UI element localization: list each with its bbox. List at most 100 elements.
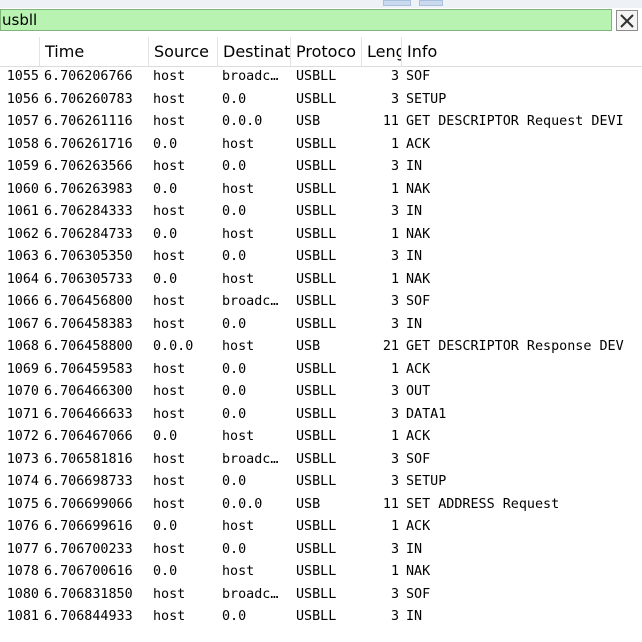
- packet-source: host: [153, 204, 186, 219]
- packet-destination: host: [222, 226, 255, 242]
- packet-info: OUT: [406, 384, 431, 399]
- packet-info: GET DESCRIPTOR Response DEV: [406, 339, 624, 354]
- packet-row[interactable]: 1077 6.706700233 host 0.0 USBLL 3 IN: [0, 539, 642, 562]
- column-header-length[interactable]: Leng: [362, 37, 402, 66]
- packet-row[interactable]: 1064 6.706305733 0.0 host USBLL 1 NAK: [0, 269, 642, 292]
- packet-info: IN: [406, 249, 423, 264]
- packet-destination: 0.0: [222, 541, 247, 557]
- packet-length: 1: [390, 564, 399, 579]
- column-header-source[interactable]: Source: [149, 37, 218, 66]
- packet-time: 6.706206766: [44, 69, 133, 84]
- packet-destination: host: [222, 339, 255, 354]
- packet-info: DATA1: [406, 406, 447, 422]
- packet-source: host: [153, 451, 186, 467]
- column-header-time[interactable]: Time: [40, 37, 149, 66]
- packet-destination: 0.0: [222, 361, 247, 377]
- packet-destination: 0.0: [222, 474, 247, 489]
- packet-length: 11: [382, 114, 399, 129]
- packet-row[interactable]: 1081 6.706844933 host 0.0 USBLL 3 IN: [0, 606, 642, 629]
- packet-row[interactable]: 1055 6.706206766 host broadc… USBLL 3 SOF: [0, 66, 642, 89]
- packet-length: 1: [390, 361, 399, 377]
- packet-info: ACK: [406, 429, 431, 444]
- packet-length: 3: [390, 69, 399, 84]
- packet-row[interactable]: 1067 6.706458383 host 0.0 USBLL 3 IN: [0, 314, 642, 337]
- packet-row[interactable]: 1075 6.706699066 host 0.0.0 USB 11 SET ADDRESS…: [0, 494, 642, 517]
- packet-time: 6.706458383: [44, 316, 133, 332]
- packet-row[interactable]: 1063 6.706305350 host 0.0 USBLL 3 IN: [0, 246, 642, 269]
- packet-length: 3: [390, 249, 399, 264]
- packet-length: 3: [390, 541, 399, 557]
- packet-source: host: [153, 406, 186, 422]
- packet-protocol: USBLL: [296, 226, 337, 242]
- packet-number: 1067: [6, 316, 39, 332]
- toolbar-button[interactable]: [383, 0, 411, 6]
- packet-info: NAK: [406, 226, 431, 242]
- column-header-info[interactable]: Info: [402, 37, 642, 66]
- packet-source: host: [153, 69, 186, 84]
- packet-row[interactable]: 1071 6.706466633 host 0.0 USBLL 3 DATA1: [0, 404, 642, 427]
- packet-destination: 0.0: [222, 316, 247, 332]
- packet-protocol: USBLL: [296, 181, 337, 197]
- packet-info: IN: [406, 204, 423, 219]
- packet-destination: 0.0: [222, 204, 247, 219]
- packet-row[interactable]: 1058 6.706261716 0.0 host USBLL 1 ACK: [0, 134, 642, 157]
- packet-time: 6.706699066: [44, 496, 133, 512]
- packet-info: SOF: [406, 69, 431, 84]
- packet-info: SET ADDRESS Request: [406, 496, 560, 512]
- packet-length: 1: [390, 226, 399, 242]
- packet-time: 6.706700233: [44, 541, 133, 557]
- packet-number: 1073: [6, 451, 39, 467]
- display-filter-input[interactable]: [0, 9, 612, 31]
- packet-time: 6.706305350: [44, 249, 133, 264]
- packet-protocol: USBLL: [296, 451, 337, 467]
- packet-time: 6.706581816: [44, 451, 133, 467]
- packet-destination: 0.0: [222, 91, 247, 107]
- column-header-protocol[interactable]: Protoco: [291, 37, 362, 66]
- packet-source: 0.0: [153, 271, 178, 287]
- packet-time: 6.706831850: [44, 586, 133, 602]
- packet-row[interactable]: 1068 6.706458800 0.0.0 host USB 21 GET DESCRIP…: [0, 336, 642, 359]
- packet-row[interactable]: 1066 6.706456800 host broadc… USBLL 3 SOF: [0, 291, 642, 314]
- packet-row[interactable]: 1080 6.706831850 host broadc… USBLL 3 SOF: [0, 584, 642, 607]
- packet-row[interactable]: 1076 6.706699616 0.0 host USBLL 1 ACK: [0, 516, 642, 539]
- packet-row[interactable]: 1061 6.706284333 host 0.0 USBLL 3 IN: [0, 201, 642, 224]
- packet-row[interactable]: 1060 6.706263983 0.0 host USBLL 1 NAK: [0, 179, 642, 202]
- packet-length: 3: [390, 609, 399, 624]
- packet-row[interactable]: 1069 6.706459583 host 0.0 USBLL 1 ACK: [0, 359, 642, 382]
- packet-row[interactable]: 1074 6.706698733 host 0.0 USBLL 3 SETUP: [0, 471, 642, 494]
- packet-destination: 0.0: [222, 384, 247, 399]
- packet-row[interactable]: 1059 6.706263566 host 0.0 USBLL 3 IN: [0, 156, 642, 179]
- column-header-no[interactable]: [0, 37, 40, 66]
- clear-filter-button[interactable]: [616, 10, 638, 31]
- packet-number: 1064: [6, 271, 39, 287]
- packet-destination: 0.0.0: [222, 114, 263, 129]
- packet-source: host: [153, 159, 186, 174]
- packet-row[interactable]: 1072 6.706467066 0.0 host USBLL 1 ACK: [0, 426, 642, 449]
- column-header-destination[interactable]: Destinat: [218, 37, 291, 66]
- packet-time: 6.706261716: [44, 136, 133, 152]
- packet-row[interactable]: 1062 6.706284733 0.0 host USBLL 1 NAK: [0, 224, 642, 247]
- packet-protocol: USBLL: [296, 159, 337, 174]
- packet-row[interactable]: 1070 6.706466300 host 0.0 USBLL 3 OUT: [0, 381, 642, 404]
- packet-protocol: USBLL: [296, 361, 337, 377]
- packet-protocol: USBLL: [296, 406, 337, 422]
- packet-number: 1057: [6, 114, 39, 129]
- packet-row[interactable]: 1057 6.706261116 host 0.0.0 USB 11 GET DESCRIP…: [0, 111, 642, 134]
- packet-length: 1: [390, 136, 399, 152]
- packet-length: 3: [390, 159, 399, 174]
- packet-source: host: [153, 496, 186, 512]
- packet-destination: broadc…: [222, 586, 279, 602]
- packet-info: GET DESCRIPTOR Request DEVI: [406, 114, 624, 129]
- packet-info: ACK: [406, 136, 431, 152]
- packet-source: 0.0: [153, 519, 178, 534]
- packet-number: 1077: [6, 541, 39, 557]
- packet-destination: 0.0: [222, 609, 247, 624]
- packet-number: 1070: [6, 384, 39, 399]
- packet-row[interactable]: 1073 6.706581816 host broadc… USBLL 3 SOF: [0, 449, 642, 472]
- toolbar-button[interactable]: [419, 0, 443, 6]
- packet-row[interactable]: 1056 6.706260783 host 0.0 USBLL 3 SETUP: [0, 89, 642, 112]
- packet-length: 3: [390, 294, 399, 309]
- packet-number: 1072: [6, 429, 39, 444]
- packet-row[interactable]: 1078 6.706700616 0.0 host USBLL 1 NAK: [0, 561, 642, 584]
- packet-length: 3: [390, 451, 399, 467]
